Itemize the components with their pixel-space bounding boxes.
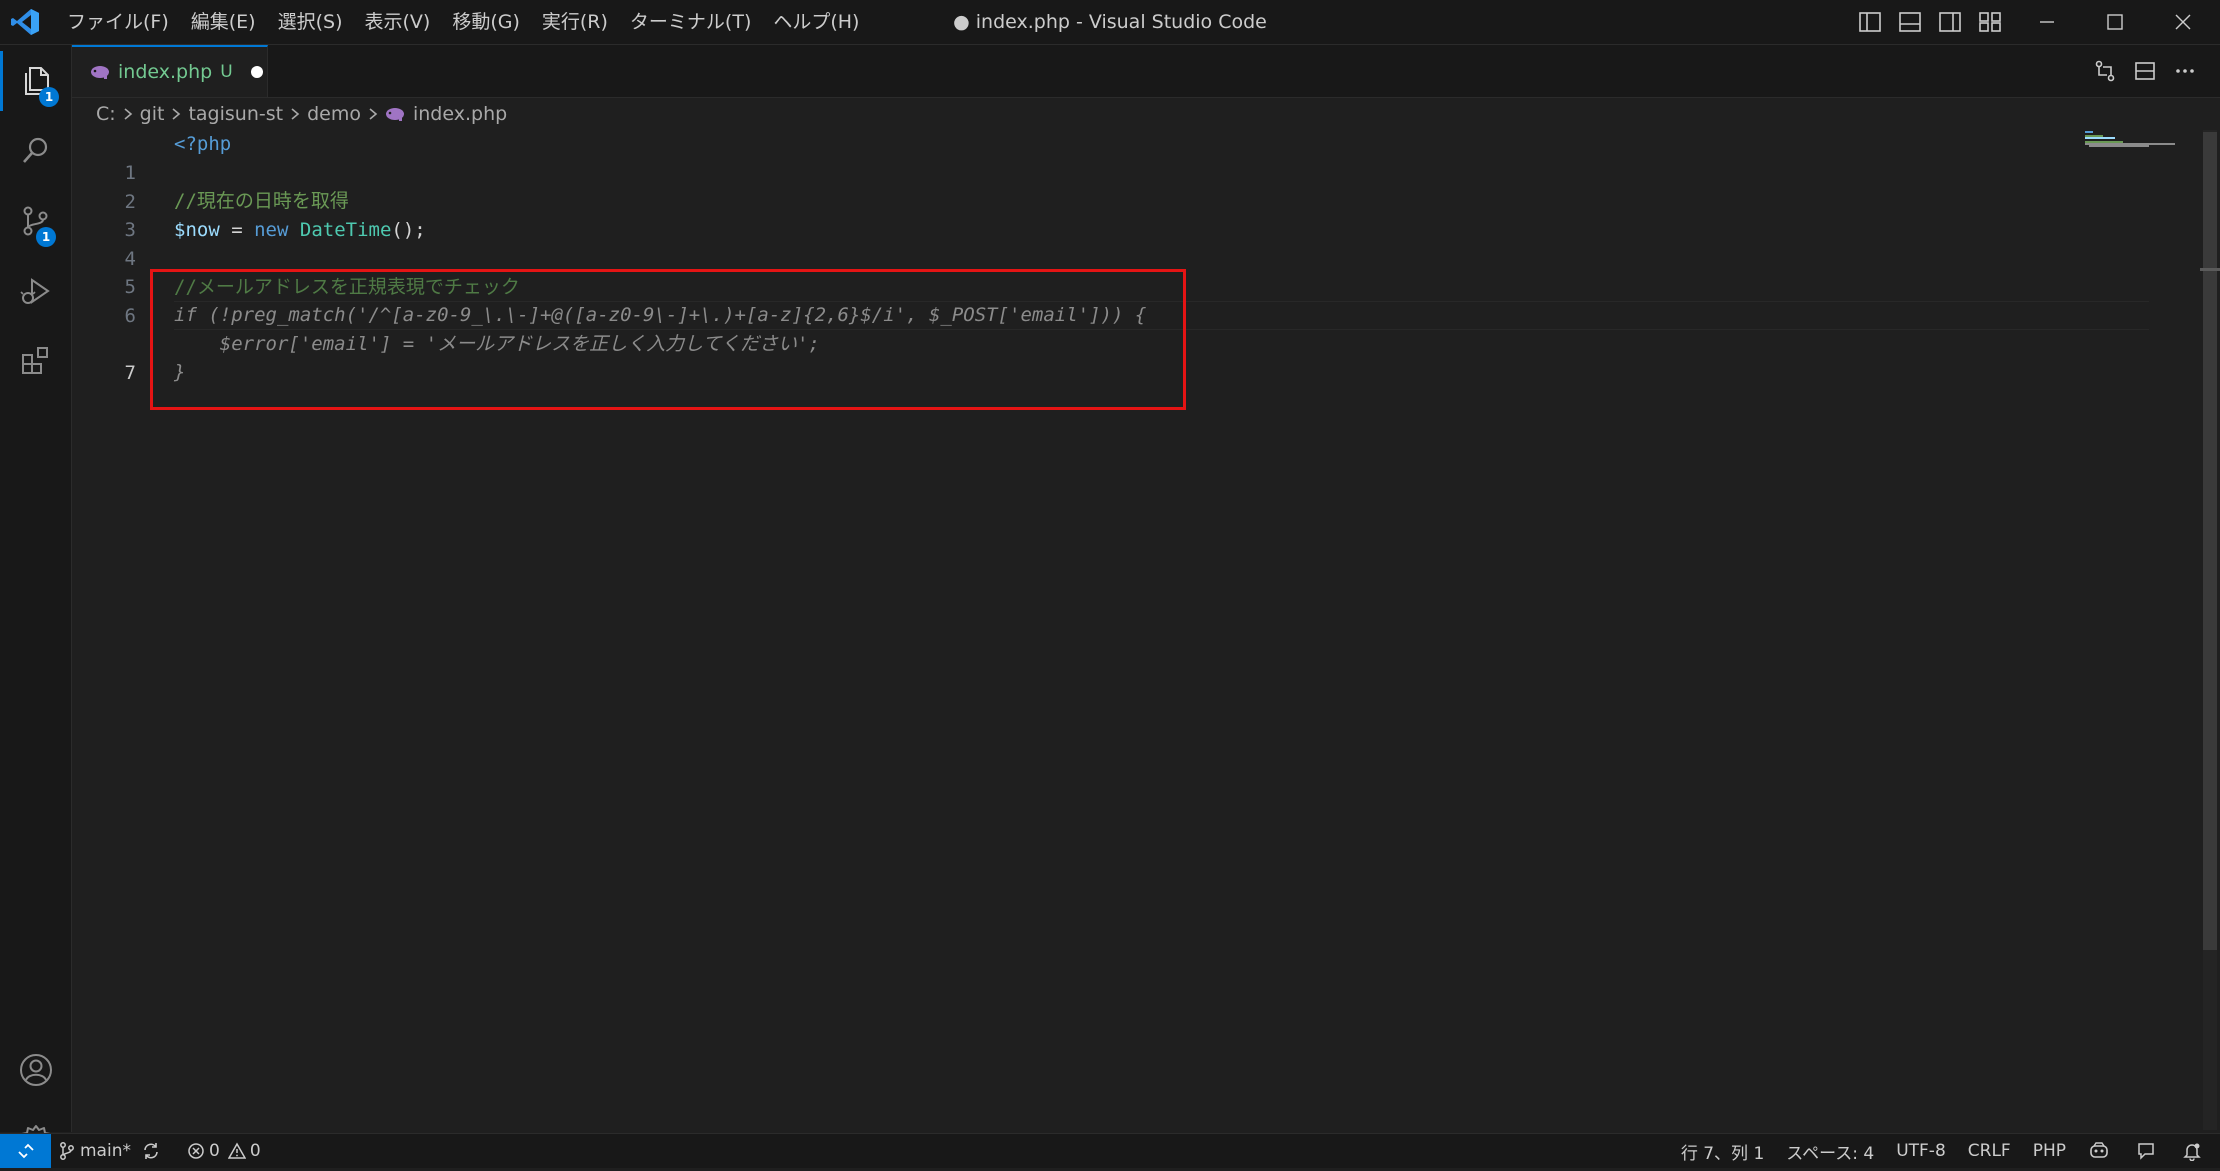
code-text: <?php bbox=[174, 133, 232, 155]
menu-go[interactable]: 移動(G) bbox=[441, 0, 531, 44]
open-changes-icon[interactable] bbox=[2090, 56, 2120, 86]
breadcrumb-file-label: index.php bbox=[412, 103, 508, 125]
tab-index-php[interactable]: index.php U bbox=[72, 45, 268, 97]
activity-accounts[interactable] bbox=[0, 1040, 71, 1100]
split-editor-icon[interactable] bbox=[2130, 56, 2160, 86]
activity-source-control[interactable]: 1 bbox=[0, 191, 71, 251]
php-elephant-icon bbox=[385, 108, 404, 121]
status-bar: main* 0 0 行 7、列 1 スペース: 4 UTF-8 CRLF PHP bbox=[0, 1133, 2220, 1168]
menu-selection[interactable]: 選択(S) bbox=[267, 0, 354, 44]
menu-view[interactable]: 表示(V) bbox=[354, 0, 442, 44]
indentation[interactable]: スペース: 4 bbox=[1786, 1139, 1874, 1164]
minimap[interactable] bbox=[2085, 130, 2200, 170]
activity-search[interactable] bbox=[0, 121, 71, 181]
operator-token: = bbox=[219, 219, 255, 241]
chevron-right-icon bbox=[122, 107, 134, 121]
git-branch-icon bbox=[60, 1142, 74, 1160]
class-token: DateTime bbox=[299, 219, 392, 241]
customize-layout-icon[interactable] bbox=[1976, 8, 2004, 36]
activity-explorer[interactable]: 1 bbox=[0, 51, 71, 111]
chevron-right-icon bbox=[289, 107, 301, 121]
extensions-icon bbox=[21, 347, 48, 374]
status-bar-right: 行 7、列 1 スペース: 4 UTF-8 CRLF PHP bbox=[1681, 1134, 2210, 1168]
tab-untracked-status: U bbox=[220, 62, 233, 82]
editor-actions bbox=[2080, 56, 2200, 86]
activity-bar: 1 1 bbox=[0, 45, 72, 1158]
explorer-badge: 1 bbox=[39, 87, 59, 107]
sync-icon[interactable] bbox=[141, 1141, 161, 1161]
menu-edit[interactable]: 編集(E) bbox=[180, 0, 267, 44]
title-bar: ファイル(F) 編集(E) 選択(S) 表示(V) 移動(G) 実行(R) ター… bbox=[0, 0, 2220, 45]
activity-run-debug[interactable] bbox=[0, 261, 71, 321]
encoding[interactable]: UTF-8 bbox=[1896, 1141, 1946, 1161]
annotation-highlight-box bbox=[150, 269, 1186, 410]
code-line: 3 //現在の日時を取得 bbox=[72, 187, 2072, 241]
close-icon[interactable] bbox=[2149, 0, 2217, 44]
variable-token: $now bbox=[174, 219, 220, 241]
vertical-scrollbar-thumb[interactable] bbox=[2203, 132, 2217, 950]
breadcrumb-item[interactable]: tagisun-st bbox=[188, 103, 283, 125]
branch-name: main* bbox=[80, 1141, 131, 1161]
cursor-position[interactable]: 行 7、列 1 bbox=[1681, 1139, 1764, 1164]
search-icon bbox=[22, 137, 47, 163]
code-line: 1 <?php bbox=[72, 130, 2072, 184]
warning-icon bbox=[227, 1142, 246, 1159]
breadcrumb-item[interactable]: C: bbox=[96, 103, 116, 125]
breadcrumb-item[interactable]: demo bbox=[307, 103, 361, 125]
run-debug-icon bbox=[19, 278, 50, 304]
toggle-panel-icon[interactable] bbox=[1896, 8, 1924, 36]
chevron-right-icon bbox=[170, 107, 182, 121]
copilot-icon[interactable] bbox=[2088, 1141, 2114, 1161]
overview-ruler-cursor-mark bbox=[2200, 268, 2220, 271]
code-line: 2 bbox=[72, 159, 2072, 213]
menu-bar: ファイル(F) 編集(E) 選択(S) 表示(V) 移動(G) 実行(R) ター… bbox=[56, 0, 870, 44]
end-of-line[interactable]: CRLF bbox=[1968, 1141, 2011, 1161]
error-icon bbox=[188, 1143, 204, 1159]
warning-count: 0 bbox=[249, 1141, 261, 1161]
toggle-primary-sidebar-icon[interactable] bbox=[1856, 8, 1884, 36]
language-mode[interactable]: PHP bbox=[2033, 1141, 2066, 1161]
problems-status[interactable]: 0 0 bbox=[187, 1141, 261, 1161]
status-bar-left: main* 0 0 bbox=[58, 1134, 283, 1168]
branch-status[interactable]: main* bbox=[58, 1141, 165, 1161]
vscode-logo-icon[interactable] bbox=[10, 8, 44, 36]
menu-run[interactable]: 実行(R) bbox=[531, 0, 619, 44]
maximize-icon[interactable] bbox=[2081, 0, 2149, 44]
breadcrumb: C: git tagisun-st demo index.php bbox=[96, 99, 507, 129]
breadcrumb-item[interactable]: git bbox=[140, 103, 165, 125]
more-actions-icon[interactable] bbox=[2170, 56, 2200, 86]
keyword-token: new bbox=[254, 219, 289, 241]
code-comment: //現在の日時を取得 bbox=[174, 190, 349, 212]
minimize-icon[interactable] bbox=[2013, 0, 2081, 44]
code-line: 4 $now = new DateTime(); bbox=[72, 216, 2072, 270]
punctuation-token: (); bbox=[391, 219, 426, 241]
remote-button[interactable] bbox=[0, 1134, 51, 1168]
layout-controls bbox=[1856, 8, 2004, 36]
menu-file[interactable]: ファイル(F) bbox=[56, 0, 180, 44]
feedback-icon[interactable] bbox=[2136, 1141, 2160, 1161]
chevron-right-icon bbox=[367, 107, 379, 121]
modified-dot-icon[interactable] bbox=[250, 66, 263, 78]
breadcrumb-file[interactable]: index.php bbox=[385, 103, 507, 125]
tab-bar: index.php U bbox=[72, 45, 2220, 98]
menu-help[interactable]: ヘルプ(H) bbox=[762, 0, 870, 44]
php-elephant-icon bbox=[91, 66, 109, 79]
menu-terminal[interactable]: ターミナル(T) bbox=[619, 0, 762, 44]
code-text: $now = new DateTime(); bbox=[174, 216, 426, 245]
account-icon bbox=[19, 1054, 52, 1086]
toggle-secondary-sidebar-icon[interactable] bbox=[1936, 8, 1964, 36]
notifications-bell-icon[interactable] bbox=[2182, 1141, 2206, 1161]
error-count: 0 bbox=[208, 1141, 220, 1161]
remote-icon bbox=[17, 1143, 34, 1159]
activity-extensions[interactable] bbox=[0, 331, 71, 391]
tab-label: index.php bbox=[118, 61, 213, 83]
source-control-badge: 1 bbox=[36, 227, 56, 247]
